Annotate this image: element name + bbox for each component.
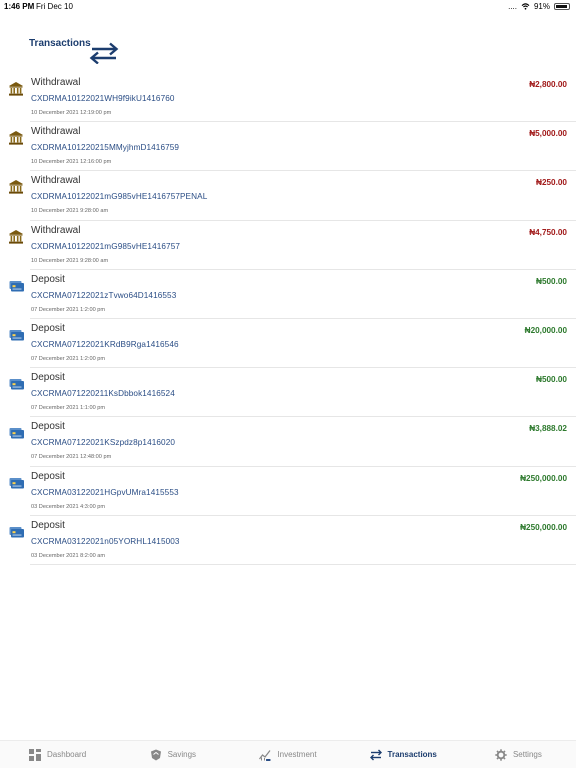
transaction-type: Deposit xyxy=(31,519,65,531)
bank-icon xyxy=(8,179,24,195)
tab-investment[interactable]: Investment xyxy=(230,741,345,768)
wifi-icon xyxy=(521,3,530,10)
transaction-row[interactable]: Deposit CXCRMA071220211KsDbbok1416524 07… xyxy=(0,368,576,418)
transaction-type: Withdrawal xyxy=(31,224,81,236)
page-header: Transactions xyxy=(29,38,119,64)
transaction-amount: ₦5,000.00 xyxy=(529,129,567,139)
transaction-date: 07 December 2021 12:48:00 pm xyxy=(31,454,112,461)
transaction-list: Withdrawal CXDRMA10122021WH9f9ikU1416760… xyxy=(0,73,576,565)
transaction-date: 07 December 2021 1:2:00 pm xyxy=(31,306,106,313)
tab-label: Investment xyxy=(277,750,317,759)
transaction-date: 10 December 2021 9:28:00 am xyxy=(31,208,109,215)
tab-dashboard[interactable]: Dashboard xyxy=(0,741,115,768)
transaction-amount: ₦250,000.00 xyxy=(520,522,567,532)
tab-transactions[interactable]: Transactions xyxy=(346,741,461,768)
transaction-amount: ₦3,888.02 xyxy=(529,424,567,434)
transaction-amount: ₦4,750.00 xyxy=(529,227,567,237)
transaction-reference: CXCRMA03122021HGpvUMra1415553 xyxy=(31,487,179,497)
battery-percent: 91% xyxy=(533,2,550,11)
transaction-type: Deposit xyxy=(31,421,65,433)
bank-icon xyxy=(8,229,24,245)
transaction-reference: CXCRMA03122021n05YORHL1415003 xyxy=(31,536,180,546)
transaction-reference: CXCRMA07122021KSzpdz8p1416020 xyxy=(31,438,176,448)
transaction-date: 10 December 2021 12:16:00 pm xyxy=(31,159,112,166)
page-title: Transactions xyxy=(29,38,91,49)
status-bar: 1:46 PM Fri Dec 10 .... 91% xyxy=(0,0,576,14)
transaction-row[interactable]: Deposit CXCRMA07122021KSzpdz8p1416020 07… xyxy=(0,417,576,467)
bottom-tab-bar: Dashboard Savings Investment Transactions Se… xyxy=(0,740,576,768)
transaction-type: Withdrawal xyxy=(31,126,81,138)
status-date: Fri Dec 10 xyxy=(36,2,73,11)
transaction-date: 07 December 2021 1:1:00 pm xyxy=(31,405,106,412)
savings-icon xyxy=(150,749,162,761)
tab-savings[interactable]: Savings xyxy=(115,741,230,768)
transaction-type: Deposit xyxy=(31,322,65,334)
card-icon xyxy=(8,278,24,294)
card-icon xyxy=(8,524,24,540)
bank-icon xyxy=(8,81,24,97)
card-icon xyxy=(8,425,24,441)
transaction-row[interactable]: Deposit CXCRMA03122021n05YORHL1415003 03… xyxy=(0,516,576,565)
transaction-row[interactable]: Deposit CXCRMA07122021KRdB9Rga1416546 07… xyxy=(0,319,576,369)
transaction-date: 07 December 2021 1:2:00 pm xyxy=(31,355,106,362)
transaction-type: Deposit xyxy=(31,372,65,384)
transaction-amount: ₦250.00 xyxy=(536,178,567,188)
row-divider xyxy=(30,563,576,565)
investment-icon xyxy=(259,749,271,761)
transaction-date: 10 December 2021 9:28:00 am xyxy=(31,257,109,264)
transaction-row[interactable]: Deposit CXCRMA03122021HGpvUMra1415553 03… xyxy=(0,467,576,516)
battery-fill xyxy=(556,5,567,8)
tab-label: Transactions xyxy=(387,750,437,759)
transaction-amount: ₦2,800.00 xyxy=(529,80,567,89)
transaction-reference: CXDRMA10122021WH9f9ikU1416760 xyxy=(31,94,175,103)
transaction-type: Deposit xyxy=(31,273,65,285)
tab-label: Savings xyxy=(167,750,197,759)
transaction-reference: CXCRMA07122021zTvwo64D1416553 xyxy=(31,290,177,300)
transaction-type: Withdrawal xyxy=(31,77,81,88)
transaction-amount: ₦500.00 xyxy=(536,375,567,385)
bank-icon xyxy=(8,130,24,146)
tab-settings[interactable]: Settings xyxy=(461,741,576,768)
transactions-icon xyxy=(369,749,382,761)
battery-icon xyxy=(554,3,570,10)
transaction-reference: CXDRMA10122021mG985vHE1416757 xyxy=(31,241,180,251)
transaction-reference: CXCRMA07122021KRdB9Rga1416546 xyxy=(31,339,179,349)
transaction-date: 03 December 2021 8:2:00 am xyxy=(31,552,106,559)
transaction-row[interactable]: Withdrawal CXDRMA10122021mG985vHE1416757… xyxy=(0,171,576,221)
transaction-amount: ₦20,000.00 xyxy=(524,325,567,335)
transaction-reference: CXCRMA071220211KsDbbok1416524 xyxy=(31,389,175,399)
card-icon xyxy=(8,376,24,392)
swap-arrows-icon xyxy=(89,42,119,64)
tab-label: Dashboard xyxy=(47,750,87,759)
dashboard-icon xyxy=(29,748,42,761)
status-time: 1:46 PM xyxy=(4,2,35,11)
transaction-row[interactable]: Withdrawal CXDRMA10122021mG985vHE1416757… xyxy=(0,221,576,270)
status-right: .... 91% xyxy=(508,2,570,11)
signal-indicator: .... xyxy=(508,2,517,11)
transaction-row[interactable]: Withdrawal CXDRMA101220215MMyjhmD1416759… xyxy=(0,122,576,172)
transaction-type: Withdrawal xyxy=(31,175,81,187)
transaction-reference: CXDRMA101220215MMyjhmD1416759 xyxy=(31,143,180,153)
transaction-type: Deposit xyxy=(31,470,65,482)
transaction-amount: ₦500.00 xyxy=(536,276,567,286)
transaction-date: 10 December 2021 12:19:00 pm xyxy=(31,110,112,116)
card-icon xyxy=(8,475,24,491)
card-icon xyxy=(8,327,24,343)
transaction-date: 03 December 2021 4:3:00 pm xyxy=(31,503,106,510)
transaction-reference: CXDRMA10122021mG985vHE1416757PENAL xyxy=(31,192,208,202)
transaction-row[interactable]: Withdrawal CXDRMA10122021WH9f9ikU1416760… xyxy=(0,73,576,123)
gear-icon xyxy=(495,748,507,761)
transaction-row[interactable]: Deposit CXCRMA07122021zTvwo64D1416553 07… xyxy=(0,270,576,319)
transaction-amount: ₦250,000.00 xyxy=(520,473,567,483)
tab-label: Settings xyxy=(512,750,542,759)
